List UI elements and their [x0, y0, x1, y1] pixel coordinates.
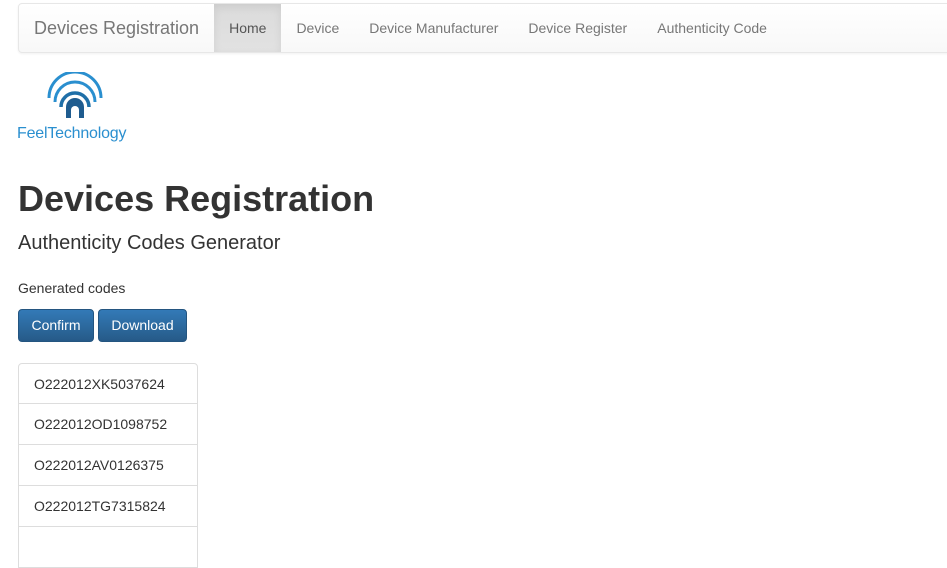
confirm-button[interactable]: Confirm — [18, 309, 94, 342]
nav-item-device[interactable]: Device — [281, 4, 354, 52]
code-list-item: O222012OD1098752 — [18, 404, 198, 445]
company-logo: FeelTechnology — [17, 72, 134, 146]
nav-item-authenticity-code[interactable]: Authenticity Code — [642, 4, 782, 52]
code-list-item: O222012XK5037624 — [18, 363, 198, 404]
logo-text: FeelTechnology — [17, 125, 127, 142]
code-list-item: O222012TG7315824 — [18, 486, 198, 527]
generated-codes-list: O222012XK5037624 O222012OD1098752 O22201… — [18, 363, 198, 568]
top-navbar: Devices Registration Home Device Device … — [18, 3, 947, 53]
code-list-item: O222012AV0126375 — [18, 445, 198, 486]
code-list-item — [18, 527, 198, 568]
navbar-menu: Home Device Device Manufacturer Device R… — [214, 4, 782, 52]
generated-codes-label: Generated codes — [18, 280, 126, 296]
nav-item-device-manufacturer[interactable]: Device Manufacturer — [354, 4, 513, 52]
signal-arch-icon — [47, 72, 103, 118]
nav-item-device-register[interactable]: Device Register — [513, 4, 642, 52]
page-subtitle: Authenticity Codes Generator — [18, 232, 281, 254]
page-title: Devices Registration — [18, 178, 375, 219]
nav-item-home[interactable]: Home — [214, 4, 282, 52]
download-button[interactable]: Download — [98, 309, 187, 342]
navbar-brand[interactable]: Devices Registration — [19, 4, 214, 52]
